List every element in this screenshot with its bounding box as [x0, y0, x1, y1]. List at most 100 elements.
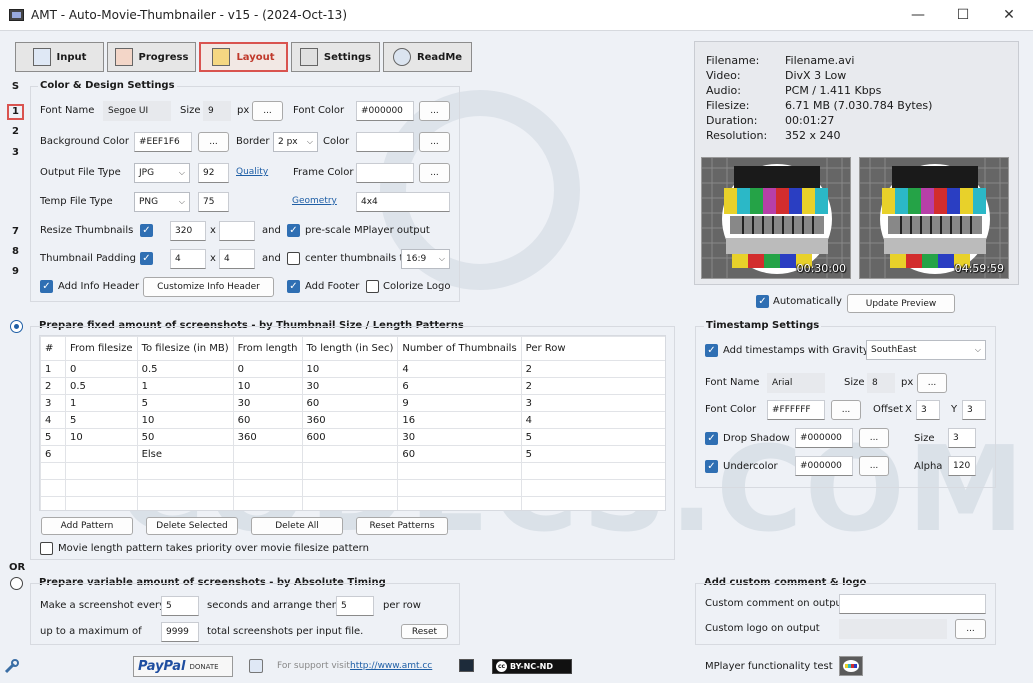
table-cell[interactable]: [40, 462, 66, 480]
mplayer-test-icon[interactable]: [839, 656, 863, 676]
add-timestamps-checkbox[interactable]: ✓: [705, 344, 718, 357]
ts-offset-y-input[interactable]: 3: [962, 400, 986, 420]
table-cell[interactable]: 360: [301, 411, 399, 429]
table-cell[interactable]: [232, 496, 303, 510]
table-cell[interactable]: 30: [397, 428, 522, 446]
table-cell[interactable]: 2: [520, 377, 665, 395]
table-cell[interactable]: [136, 496, 234, 510]
table-cell[interactable]: 60: [232, 411, 303, 429]
table-cell[interactable]: 10: [232, 377, 303, 395]
prescale-checkbox[interactable]: ✓: [287, 224, 300, 237]
fixed-amount-radio[interactable]: [10, 320, 23, 333]
background-color-input[interactable]: #EEF1F6: [134, 132, 192, 152]
console-icon[interactable]: [459, 659, 474, 672]
tab-settings[interactable]: Settings: [291, 42, 380, 72]
border-color-input[interactable]: [356, 132, 414, 152]
table-row[interactable]: 2 0.5 1 10 30 6 2: [40, 377, 665, 395]
customize-info-header-button[interactable]: Customize Info Header: [143, 277, 274, 297]
drop-shadow-browse-button[interactable]: ...: [859, 428, 889, 448]
table-cell[interactable]: [136, 462, 234, 480]
table-cell[interactable]: 30: [232, 394, 303, 412]
table-cell[interactable]: 6: [397, 377, 522, 395]
table-cell[interactable]: 0: [65, 360, 138, 378]
table-cell[interactable]: 60: [397, 445, 522, 463]
table-row[interactable]: 4 5 10 60 360 16 4: [40, 411, 665, 429]
variable-reset-button[interactable]: Reset: [401, 624, 448, 639]
undercolor-browse-button[interactable]: ...: [859, 456, 889, 476]
table-cell[interactable]: [520, 496, 665, 510]
drop-shadow-input[interactable]: #000000: [795, 428, 853, 448]
padding-height-input[interactable]: 4: [219, 249, 255, 269]
maximize-button[interactable]: ☐: [940, 0, 986, 31]
table-row[interactable]: 6 Else 60 5: [40, 445, 665, 463]
table-cell[interactable]: [520, 462, 665, 480]
tab-input[interactable]: Input: [15, 42, 104, 72]
table-cell[interactable]: [232, 479, 303, 497]
tab-readme[interactable]: ReadMe: [383, 42, 472, 72]
add-pattern-button[interactable]: Add Pattern: [41, 517, 133, 535]
font-color-input[interactable]: #000000: [356, 101, 414, 121]
table-cell[interactable]: 50: [136, 428, 234, 446]
table-cell[interactable]: [397, 462, 522, 480]
table-cell[interactable]: 2: [40, 377, 66, 395]
temp-type-select[interactable]: PNG ⌵: [134, 192, 190, 212]
geometry-link[interactable]: Geometry: [292, 196, 337, 206]
table-cell[interactable]: [397, 496, 522, 510]
reset-patterns-button[interactable]: Reset Patterns: [356, 517, 448, 535]
border-color-browse-button[interactable]: ...: [419, 132, 450, 152]
table-cell[interactable]: [136, 479, 234, 497]
table-cell[interactable]: 60: [301, 394, 399, 412]
add-footer-checkbox[interactable]: ✓: [287, 280, 300, 293]
table-cell[interactable]: [301, 445, 399, 463]
table-cell[interactable]: 4: [520, 411, 665, 429]
license-badge[interactable]: cc BY-NC-ND: [492, 659, 572, 674]
drop-shadow-checkbox[interactable]: ✓: [705, 432, 718, 445]
table-cell[interactable]: [301, 496, 399, 510]
screenshot-every-input[interactable]: 5: [161, 596, 199, 616]
table-cell[interactable]: [232, 462, 303, 480]
gravity-select[interactable]: SouthEast ⌵: [866, 340, 986, 360]
table-cell[interactable]: 0.5: [136, 360, 234, 378]
table-cell[interactable]: 6: [40, 445, 66, 463]
max-screenshots-input[interactable]: 9999: [161, 622, 199, 642]
table-row[interactable]: 3 1 5 30 60 9 3: [40, 394, 665, 412]
table-cell[interactable]: 0.5: [65, 377, 138, 395]
table-cell[interactable]: [40, 496, 66, 510]
table-cell[interactable]: 30: [301, 377, 399, 395]
per-row-input[interactable]: 5: [336, 596, 374, 616]
delete-all-button[interactable]: Delete All: [251, 517, 343, 535]
variable-amount-radio[interactable]: [10, 577, 23, 590]
paypal-donate-button[interactable]: PayPal DONATE: [133, 656, 233, 677]
table-cell[interactable]: [397, 479, 522, 497]
tab-layout[interactable]: Layout: [199, 42, 288, 72]
readme-small-icon[interactable]: [249, 659, 263, 673]
tools-icon[interactable]: [4, 658, 20, 674]
border-select[interactable]: 2 px ⌵: [273, 132, 318, 152]
custom-comment-input[interactable]: [839, 594, 986, 614]
table-cell[interactable]: [65, 496, 138, 510]
table-cell[interactable]: 10: [301, 360, 399, 378]
table-cell[interactable]: [65, 445, 138, 463]
table-cell[interactable]: 5: [40, 428, 66, 446]
output-type-select[interactable]: JPG ⌵: [134, 163, 190, 183]
padding-width-input[interactable]: 4: [170, 249, 206, 269]
table-row[interactable]: [40, 462, 665, 480]
table-cell[interactable]: [65, 462, 138, 480]
table-cell[interactable]: 1: [65, 394, 138, 412]
side-number-9[interactable]: 9: [9, 266, 22, 277]
table-cell[interactable]: [40, 479, 66, 497]
tab-progress[interactable]: Progress: [107, 42, 196, 72]
background-color-browse-button[interactable]: ...: [198, 132, 229, 152]
table-cell[interactable]: 5: [65, 411, 138, 429]
shadow-size-input[interactable]: 3: [948, 428, 976, 448]
quality-input[interactable]: 92: [198, 163, 229, 183]
ts-font-color-browse-button[interactable]: ...: [831, 400, 861, 420]
table-cell[interactable]: [65, 479, 138, 497]
table-cell[interactable]: 360: [232, 428, 303, 446]
table-cell[interactable]: 10: [136, 411, 234, 429]
table-cell[interactable]: 2: [520, 360, 665, 378]
frame-color-input[interactable]: [356, 163, 414, 183]
auto-preview-checkbox[interactable]: ✓: [756, 295, 769, 308]
colorize-logo-checkbox[interactable]: [366, 280, 379, 293]
table-cell[interactable]: [520, 479, 665, 497]
